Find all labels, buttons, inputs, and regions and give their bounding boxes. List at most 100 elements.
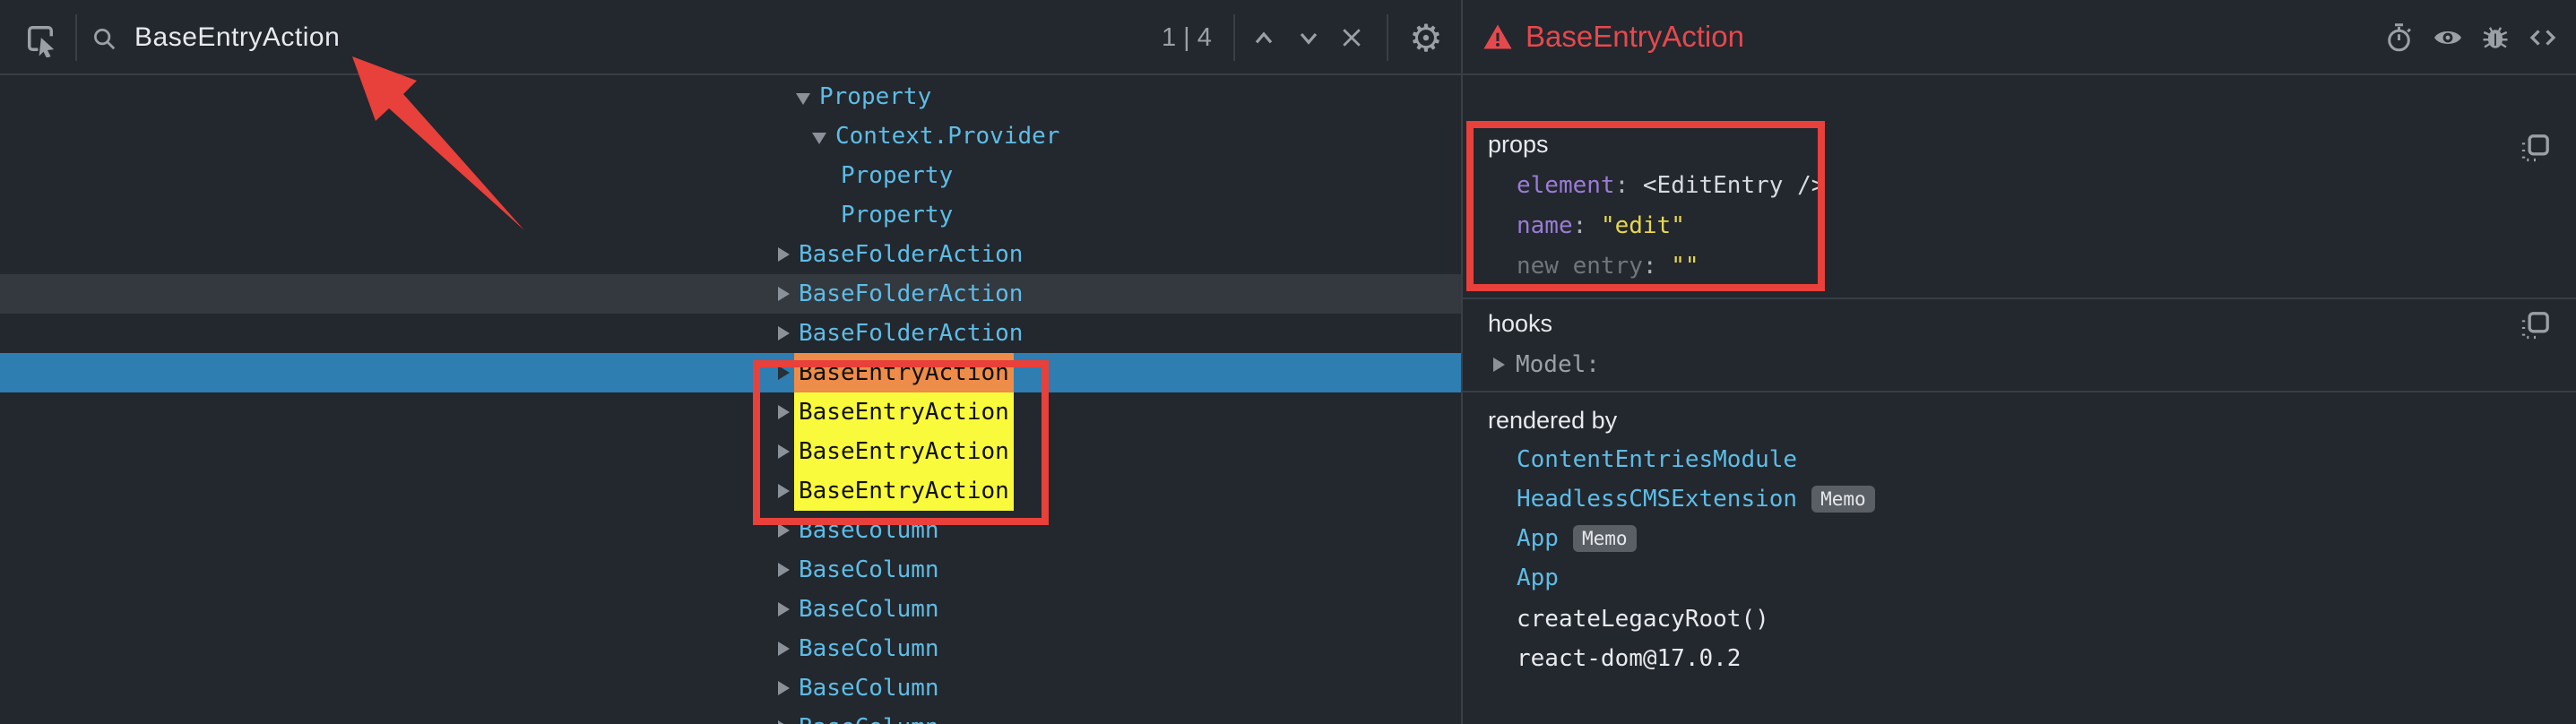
component-name: BaseColumn (799, 556, 939, 583)
tree-row[interactable]: Property (0, 77, 1461, 116)
component-name: Property (841, 162, 953, 189)
prop-key: name (1517, 212, 1573, 239)
rendered-by-row[interactable]: HeadlessCMSExtension Memo (1517, 486, 1875, 513)
tree-row[interactable]: BaseColumn (0, 511, 1461, 550)
expand-arrow-icon[interactable] (778, 366, 790, 380)
chevron-up-icon (1249, 25, 1278, 50)
component-name: BaseColumn (799, 675, 939, 702)
component-name: Context.Provider (835, 123, 1059, 150)
tree-row[interactable]: BaseColumn (0, 629, 1461, 668)
expand-arrow-icon[interactable] (1493, 358, 1505, 372)
prop-row[interactable]: new entry: "" (1517, 253, 1699, 280)
owner-link[interactable]: App (1517, 565, 1559, 591)
bug-icon[interactable] (2479, 22, 2511, 54)
copy-hooks-button[interactable] (2517, 308, 2553, 344)
next-result-button[interactable] (1292, 23, 1325, 52)
component-name: BaseFolderAction (799, 280, 1023, 307)
previous-result-button[interactable] (1248, 23, 1280, 52)
eye-icon[interactable] (2431, 22, 2465, 54)
inspector-header-icons (2384, 0, 2560, 75)
component-tree: Property Context.Provider Property Property… (0, 77, 1461, 724)
tree-row[interactable]: BaseEntryAction (0, 432, 1461, 471)
component-name: BaseEntryAction (794, 471, 1014, 511)
memo-badge: Memo (1811, 486, 1875, 513)
section-divider (1463, 297, 2576, 299)
gear-icon: ⚙ (1409, 16, 1443, 60)
chevron-down-icon (1294, 25, 1323, 50)
tree-row[interactable]: BaseEntryAction (0, 392, 1461, 432)
expand-arrow-icon[interactable] (778, 523, 790, 538)
tree-row[interactable]: BaseColumn (0, 550, 1461, 590)
expand-arrow-icon[interactable] (778, 326, 790, 340)
expand-arrow-icon[interactable] (778, 563, 790, 577)
search-input[interactable]: BaseEntryAction (134, 0, 340, 75)
component-name: BaseFolderAction (799, 241, 1023, 268)
search-toolbar: BaseEntryAction 1 | 4 (0, 0, 1461, 75)
prop-value[interactable]: "" (1671, 253, 1699, 280)
collapse-arrow-icon[interactable] (796, 93, 810, 105)
warning-triangle-icon (1482, 22, 1513, 51)
clear-search-button[interactable] (1336, 23, 1368, 52)
component-name: BaseColumn (799, 635, 939, 662)
search-icon (90, 24, 118, 53)
expand-arrow-icon[interactable] (778, 642, 790, 656)
hook-row[interactable]: Model: (1493, 351, 1600, 378)
tree-row[interactable]: Property (0, 156, 1461, 195)
owner-link[interactable]: App (1517, 525, 1559, 552)
tree-row[interactable]: BaseEntryAction (0, 471, 1461, 511)
prop-colon: : (1643, 253, 1671, 280)
prop-colon: : (1615, 172, 1643, 199)
close-icon (1338, 24, 1365, 51)
toolbar-separator (1387, 14, 1388, 61)
prop-row[interactable]: name: "edit" (1517, 212, 1685, 239)
prop-key: new entry (1517, 253, 1643, 280)
expand-arrow-icon[interactable] (778, 484, 790, 498)
inspect-element-icon (22, 20, 59, 57)
toolbar-separator (1233, 14, 1235, 61)
tree-row[interactable]: BaseColumn (0, 590, 1461, 629)
expand-arrow-icon[interactable] (778, 602, 790, 616)
code-brackets-icon[interactable] (2526, 22, 2560, 54)
tree-row[interactable]: BaseColumn (0, 708, 1461, 724)
expand-arrow-icon[interactable] (778, 405, 790, 419)
tree-row[interactable]: BaseColumn (0, 668, 1461, 708)
expand-arrow-icon[interactable] (778, 681, 790, 695)
component-name: BaseFolderAction (799, 320, 1023, 347)
inspect-element-button[interactable] (20, 18, 61, 59)
component-name: BaseColumn (799, 596, 939, 623)
rendered-by-row[interactable]: ContentEntriesModule (1517, 446, 1797, 473)
component-name: BaseColumn (799, 517, 939, 544)
owner-text: createLegacyRoot() (1517, 606, 1769, 633)
prop-value[interactable]: "edit" (1601, 212, 1685, 239)
expand-arrow-icon[interactable] (778, 720, 790, 724)
hooks-section-label: hooks (1488, 310, 1552, 338)
memo-badge: Memo (1573, 525, 1637, 552)
expand-arrow-icon[interactable] (778, 247, 790, 262)
owner-link[interactable]: HeadlessCMSExtension (1517, 486, 1797, 513)
tree-row[interactable]: Property (0, 195, 1461, 235)
tree-row[interactable]: BaseFolderAction (0, 235, 1461, 274)
tree-row[interactable]: BaseFolderAction (0, 314, 1461, 353)
prop-row[interactable]: element: <EditEntry /> (1517, 172, 1825, 199)
tree-row[interactable]: Context.Provider (0, 116, 1461, 156)
expand-arrow-icon[interactable] (778, 444, 790, 459)
component-name: Property (841, 202, 953, 228)
copy-props-button[interactable] (2517, 131, 2553, 167)
rendered-by-row[interactable]: App (1517, 565, 1559, 591)
tree-row[interactable]: BaseFolderAction (0, 274, 1461, 314)
collapse-arrow-icon[interactable] (812, 133, 826, 144)
prop-value[interactable]: <EditEntry /> (1643, 172, 1826, 199)
tree-row[interactable]: BaseEntryAction (0, 353, 1461, 392)
react-devtools-window: BaseEntryAction 1 | 4 (0, 0, 2576, 724)
expand-arrow-icon[interactable] (778, 287, 790, 301)
settings-button[interactable]: ⚙ (1405, 16, 1447, 59)
props-section-label: props (1488, 131, 1549, 159)
inspector-panel: BaseEntryAction (1461, 0, 2576, 724)
section-divider (1463, 391, 2576, 392)
stopwatch-icon[interactable] (2384, 22, 2416, 54)
selected-component-title: BaseEntryAction (1526, 20, 1744, 54)
owner-link[interactable]: ContentEntriesModule (1517, 446, 1797, 473)
components-tree-panel: BaseEntryAction 1 | 4 (0, 0, 1461, 724)
component-name: BaseEntryAction (794, 432, 1014, 471)
rendered-by-row[interactable]: App Memo (1517, 525, 1637, 552)
